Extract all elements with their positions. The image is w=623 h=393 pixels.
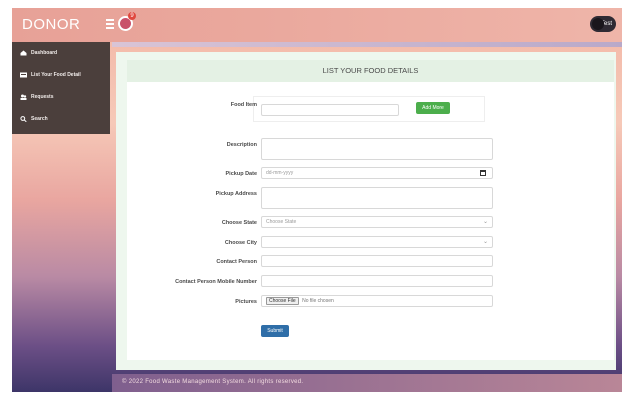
sidebar-item-label: Requests xyxy=(31,94,54,100)
choose-file-button[interactable]: Choose File xyxy=(266,297,299,305)
app-window: DONOR 9 Test Dashboard List Your Food De… xyxy=(12,8,622,392)
dashboard-icon xyxy=(20,50,27,56)
no-file-text: No file chosen xyxy=(302,298,334,304)
sidebar-item-label: List Your Food Detail xyxy=(31,72,81,78)
pickup-address-textarea[interactable] xyxy=(261,187,493,209)
pictures-label: Pictures xyxy=(235,299,257,305)
pickup-date-input[interactable]: dd-mm-yyyy xyxy=(261,167,493,179)
chevron-down-icon: ⌄ xyxy=(482,239,488,245)
state-selected-value: Choose State xyxy=(266,219,297,225)
user-menu-button[interactable]: Test xyxy=(590,16,616,32)
sidebar: Dashboard List Your Food Detail Requests… xyxy=(12,42,110,134)
chevron-down-icon: ⌄ xyxy=(482,219,488,225)
list-icon xyxy=(20,72,27,78)
submit-button[interactable]: Submit xyxy=(261,325,289,337)
pickup-date-placeholder: dd-mm-yyyy xyxy=(266,170,294,176)
search-icon xyxy=(20,116,27,122)
description-label: Description xyxy=(226,142,257,148)
sidebar-item-dashboard[interactable]: Dashboard xyxy=(12,42,110,64)
header-divider xyxy=(112,42,622,47)
state-label: Choose State xyxy=(221,220,257,226)
city-select[interactable]: ⌄ xyxy=(261,236,493,248)
food-item-input[interactable] xyxy=(261,104,399,116)
state-select[interactable]: Choose State ⌄ xyxy=(261,216,493,228)
contact-mobile-input[interactable] xyxy=(261,275,493,287)
pickup-address-label: Pickup Address xyxy=(215,191,257,197)
requests-icon xyxy=(20,94,27,100)
sidebar-item-list-food[interactable]: List Your Food Detail xyxy=(12,64,110,86)
city-label: Choose City xyxy=(224,240,257,246)
sidebar-item-label: Dashboard xyxy=(31,50,58,56)
top-navbar: DONOR 9 Test xyxy=(12,8,622,42)
calendar-icon[interactable] xyxy=(480,170,486,176)
menu-toggle-icon[interactable] xyxy=(106,19,114,29)
sidebar-item-requests[interactable]: Requests xyxy=(12,86,110,108)
footer-copyright: © 2022 Food Waste Management System. All… xyxy=(122,379,304,385)
form-title: LIST YOUR FOOD DETAILS xyxy=(127,60,614,82)
notification-badge: 9 xyxy=(128,12,136,20)
sidebar-item-label: Search xyxy=(31,116,48,122)
avatar-icon xyxy=(592,18,604,30)
contact-mobile-label: Contact Person Mobile Number xyxy=(175,279,257,285)
contact-person-input[interactable] xyxy=(261,255,493,267)
add-more-button[interactable]: Add More xyxy=(416,102,450,114)
food-details-form: LIST YOUR FOOD DETAILS Food Item Add Mor… xyxy=(127,60,614,360)
contact-person-label: Contact Person xyxy=(216,259,257,265)
main-content: LIST YOUR FOOD DETAILS Food Item Add Mor… xyxy=(116,52,616,370)
food-item-label: Food Item xyxy=(230,102,257,108)
brand-title: DONOR xyxy=(22,16,81,33)
pickup-date-label: Pickup Date xyxy=(225,171,257,177)
sidebar-item-search[interactable]: Search xyxy=(12,108,110,130)
pictures-file-input: Choose File No file chosen xyxy=(261,295,493,307)
description-textarea[interactable] xyxy=(261,138,493,160)
